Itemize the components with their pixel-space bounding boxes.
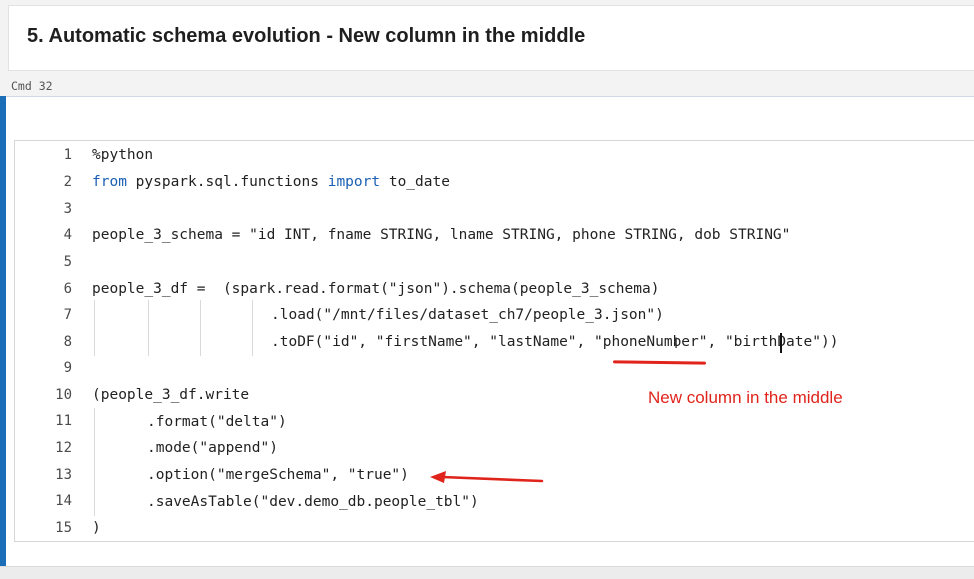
line-number: 1 <box>63 147 72 163</box>
line-number: 9 <box>63 360 72 376</box>
line-number: 3 <box>63 201 72 217</box>
keyword-from: from <box>92 174 127 190</box>
line-number: 14 <box>55 493 72 509</box>
line-number: 13 <box>55 467 72 483</box>
imported-function: to_date <box>380 174 450 190</box>
code-line-11[interactable]: .format("delta") <box>147 409 287 435</box>
code-line-12[interactable]: .mode("append") <box>147 435 278 461</box>
code-line-10[interactable]: (people_3_df.write <box>92 382 249 408</box>
code-line-13[interactable]: .option("mergeSchema", "true") <box>147 462 409 488</box>
indent-guide <box>94 300 95 356</box>
bottom-strip <box>0 566 974 579</box>
line-number: 2 <box>63 174 72 190</box>
indent-guide <box>200 300 201 356</box>
line-number: 12 <box>55 440 72 456</box>
line-number: 4 <box>63 227 72 243</box>
code-line-7[interactable]: .load("/mnt/files/dataset_ch7/people_3.j… <box>271 302 664 328</box>
annotation-text: New column in the middle <box>648 388 843 407</box>
code-line-2[interactable]: from pyspark.sql.functions import to_dat… <box>92 169 450 195</box>
module-name: pyspark.sql.functions <box>126 174 328 190</box>
line-number: 15 <box>55 520 72 536</box>
line-number: 6 <box>63 281 72 297</box>
line-number: 11 <box>55 413 72 429</box>
code-line-4[interactable]: people_3_schema = "id INT, fname STRING,… <box>92 222 790 248</box>
red-arrow-icon <box>430 471 544 483</box>
cmd-label: Cmd 32 <box>11 79 53 93</box>
line-number: 5 <box>63 254 72 270</box>
keyword-import: import <box>327 174 381 190</box>
code-line-14[interactable]: .saveAsTable("dev.demo_db.people_tbl") <box>147 489 479 515</box>
indent-guide <box>148 300 149 356</box>
active-cell-indicator <box>0 96 6 578</box>
code-line-6[interactable]: people_3_df = (spark.read.format("json")… <box>92 276 659 302</box>
indent-guide <box>94 408 95 516</box>
section-title: 5. Automatic schema evolution - New colu… <box>27 25 586 47</box>
code-line-8[interactable]: .toDF("id", "firstName", "lastName", "ph… <box>271 329 838 355</box>
text-caret <box>780 333 782 353</box>
line-number: 8 <box>63 334 72 350</box>
code-line-1[interactable]: %python <box>92 142 153 168</box>
line-number-gutter: 1 2 3 4 5 6 7 8 9 10 11 12 13 14 15 <box>14 140 72 542</box>
line-number: 10 <box>55 387 72 403</box>
code-line-15[interactable]: ) <box>92 515 101 541</box>
line-number: 7 <box>63 307 72 323</box>
indent-guide <box>252 300 253 356</box>
markdown-cell[interactable]: 5. Automatic schema evolution - New colu… <box>8 5 974 71</box>
ibeam-cursor-icon: I <box>674 336 679 352</box>
